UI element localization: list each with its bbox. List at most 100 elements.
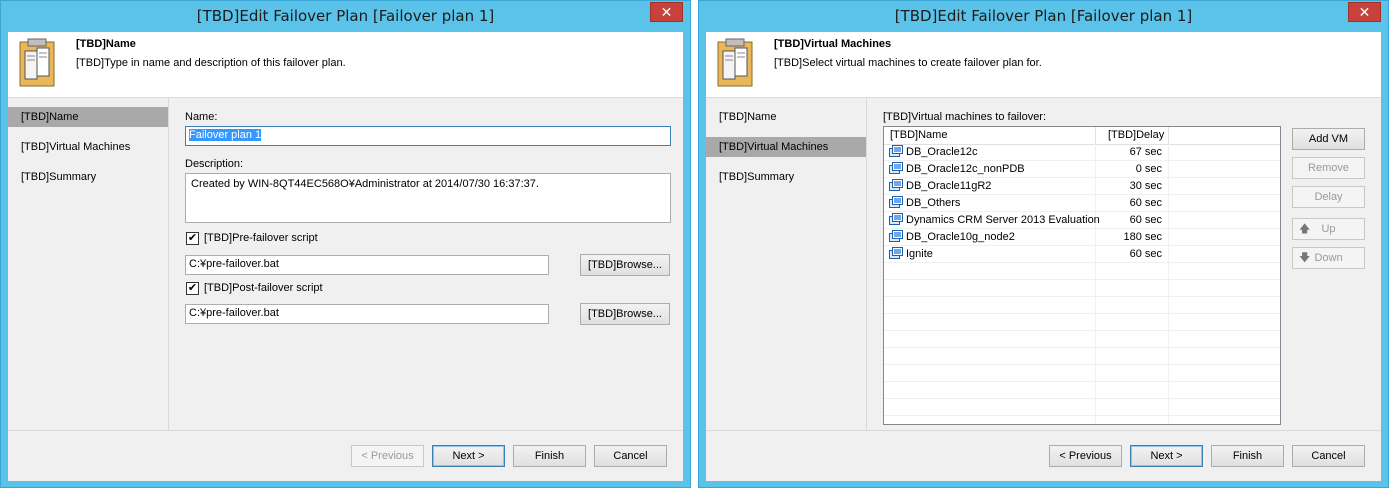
wizard-steps-sidebar: [TBD]Name [TBD]Virtual Machines [TBD]Sum… [8, 98, 169, 431]
table-row [884, 348, 1280, 365]
table-row [884, 314, 1280, 331]
table-row [884, 331, 1280, 348]
table-row [884, 297, 1280, 314]
vm-delay-cell: 0 sec [1135, 163, 1162, 175]
name-label: Name: [185, 111, 218, 123]
table-row[interactable]: DB_Oracle10g_node2 180 sec [884, 229, 1280, 246]
table-row[interactable]: DB_Oracle12c 67 sec [884, 144, 1280, 161]
vm-list-label: [TBD]Virtual machines to failover: [883, 111, 1047, 123]
table-row [884, 263, 1280, 280]
window-title: [TBD]Edit Failover Plan [Failover plan 1… [196, 7, 495, 25]
column-header-delay[interactable]: [TBD]Delay [1096, 127, 1169, 144]
wizard-footer: < Previous Next > Finish Cancel [8, 430, 683, 481]
post-failover-label: [TBD]Post-failover script [204, 282, 323, 294]
vm-name-cell: DB_Oracle11gR2 [906, 180, 992, 192]
vm-name-cell: DB_Others [906, 197, 961, 209]
pre-failover-label: [TBD]Pre-failover script [204, 232, 318, 244]
table-row[interactable]: DB_Oracle12c_nonPDB 0 sec [884, 161, 1280, 178]
vm-name-cell: DB_Oracle12c_nonPDB [906, 163, 1025, 175]
nav-item-summary[interactable]: [TBD]Summary [706, 167, 866, 187]
vm-delay-cell: 60 sec [1129, 214, 1162, 226]
table-row [884, 382, 1280, 399]
virtual-machine-icon [889, 247, 903, 259]
header-description: [TBD]Select virtual machines to create f… [774, 57, 1042, 69]
close-button[interactable]: ✕ [650, 2, 683, 22]
table-row[interactable]: Dynamics CRM Server 2013 Evaluation 60 se… [884, 212, 1280, 229]
nav-item-name[interactable]: [TBD]Name [8, 107, 168, 127]
header-title: [TBD]Virtual Machines [774, 38, 892, 50]
table-row[interactable]: Ignite 60 sec [884, 246, 1280, 263]
vm-list[interactable]: [TBD]Name [TBD]Delay DB_Oracle12c 67 sec D… [883, 126, 1281, 425]
table-row [884, 399, 1280, 416]
pre-failover-script-field[interactable]: C:¥pre-failover.bat [185, 255, 549, 275]
virtual-machine-icon [889, 213, 903, 225]
previous-button[interactable]: < Previous [351, 445, 424, 467]
vm-delay-cell: 180 sec [1123, 231, 1162, 243]
cancel-button[interactable]: Cancel [1292, 445, 1365, 467]
post-failover-browse-button[interactable]: [TBD]Browse... [580, 303, 670, 325]
virtual-machine-icon [889, 230, 903, 242]
wizard-header: [TBD]Virtual Machines [TBD]Select virtua… [706, 32, 1381, 98]
arrow-up-icon: 🡅 [1299, 223, 1311, 235]
nav-item-virtual-machines[interactable]: [TBD]Virtual Machines [8, 137, 168, 157]
vm-list-header: [TBD]Name [TBD]Delay [884, 127, 1280, 145]
name-field[interactable]: Failover plan 1 [185, 126, 671, 146]
table-row[interactable]: DB_Oracle11gR2 30 sec [884, 178, 1280, 195]
server-wizard-icon [19, 38, 55, 87]
table-row[interactable]: DB_Others 60 sec [884, 195, 1280, 212]
wizard-footer: < Previous Next > Finish Cancel [706, 430, 1381, 481]
column-header-name[interactable]: [TBD]Name [884, 127, 1096, 144]
name-field-value: Failover plan 1 [189, 129, 262, 141]
up-button-label: Up [1321, 223, 1336, 235]
vm-delay-cell: 67 sec [1129, 146, 1162, 158]
vm-name-cell: DB_Oracle10g_node2 [906, 231, 1015, 243]
add-vm-button[interactable]: Add VM [1292, 128, 1365, 150]
vm-delay-cell: 60 sec [1129, 248, 1162, 260]
virtual-machine-icon [889, 145, 903, 157]
vm-delay-cell: 60 sec [1129, 197, 1162, 209]
finish-button[interactable]: Finish [513, 445, 586, 467]
cancel-button[interactable]: Cancel [594, 445, 667, 467]
vm-name-cell: Ignite [906, 248, 933, 260]
next-button[interactable]: Next > [1130, 445, 1203, 467]
post-failover-script-field[interactable]: C:¥pre-failover.bat [185, 304, 549, 324]
description-field[interactable]: Created by WIN-8QT44EC568O¥Administrator… [185, 173, 671, 223]
title-bar[interactable]: [TBD]Edit Failover Plan [Failover plan 1… [699, 1, 1388, 32]
post-failover-checkbox[interactable]: ✔ [186, 282, 199, 295]
vm-name-cell: Dynamics CRM Server 2013 Evaluation [906, 214, 1100, 226]
edit-failover-plan-window-vms-step: [TBD]Edit Failover Plan [Failover plan 1… [698, 0, 1389, 488]
nav-item-virtual-machines[interactable]: [TBD]Virtual Machines [706, 137, 866, 157]
pre-failover-browse-button[interactable]: [TBD]Browse... [580, 254, 670, 276]
pre-failover-checkbox[interactable]: ✔ [186, 232, 199, 245]
up-button[interactable]: 🡅 Up [1292, 218, 1365, 240]
close-button[interactable]: ✕ [1348, 2, 1381, 22]
virtual-machine-icon [889, 179, 903, 191]
previous-button[interactable]: < Previous [1049, 445, 1122, 467]
header-description: [TBD]Type in name and description of thi… [76, 57, 346, 69]
next-button[interactable]: Next > [432, 445, 505, 467]
wizard-steps-sidebar: [TBD]Name [TBD]Virtual Machines [TBD]Sum… [706, 98, 867, 431]
delay-button[interactable]: Delay [1292, 186, 1365, 208]
nav-item-summary[interactable]: [TBD]Summary [8, 167, 168, 187]
down-button-label: Down [1314, 252, 1343, 264]
server-wizard-icon [717, 38, 753, 87]
table-row [884, 280, 1280, 297]
dialog-client: [TBD]Name [TBD]Type in name and descript… [8, 32, 683, 481]
arrow-down-icon: 🡇 [1299, 252, 1311, 264]
virtual-machine-icon [889, 196, 903, 208]
wizard-header: [TBD]Name [TBD]Type in name and descript… [8, 32, 683, 98]
finish-button[interactable]: Finish [1211, 445, 1284, 467]
table-row [884, 365, 1280, 382]
virtual-machine-icon [889, 162, 903, 174]
remove-button[interactable]: Remove [1292, 157, 1365, 179]
vm-name-cell: DB_Oracle12c [906, 146, 978, 158]
window-title: [TBD]Edit Failover Plan [Failover plan 1… [894, 7, 1193, 25]
header-title: [TBD]Name [76, 38, 136, 50]
description-label: Description: [185, 158, 244, 170]
title-bar[interactable]: [TBD]Edit Failover Plan [Failover plan 1… [1, 1, 690, 32]
down-button[interactable]: 🡇 Down [1292, 247, 1365, 269]
vm-delay-cell: 30 sec [1129, 180, 1162, 192]
dialog-client: [TBD]Virtual Machines [TBD]Select virtua… [706, 32, 1381, 481]
nav-item-name[interactable]: [TBD]Name [706, 107, 866, 127]
edit-failover-plan-window-name-step: [TBD]Edit Failover Plan [Failover plan 1… [0, 0, 691, 488]
